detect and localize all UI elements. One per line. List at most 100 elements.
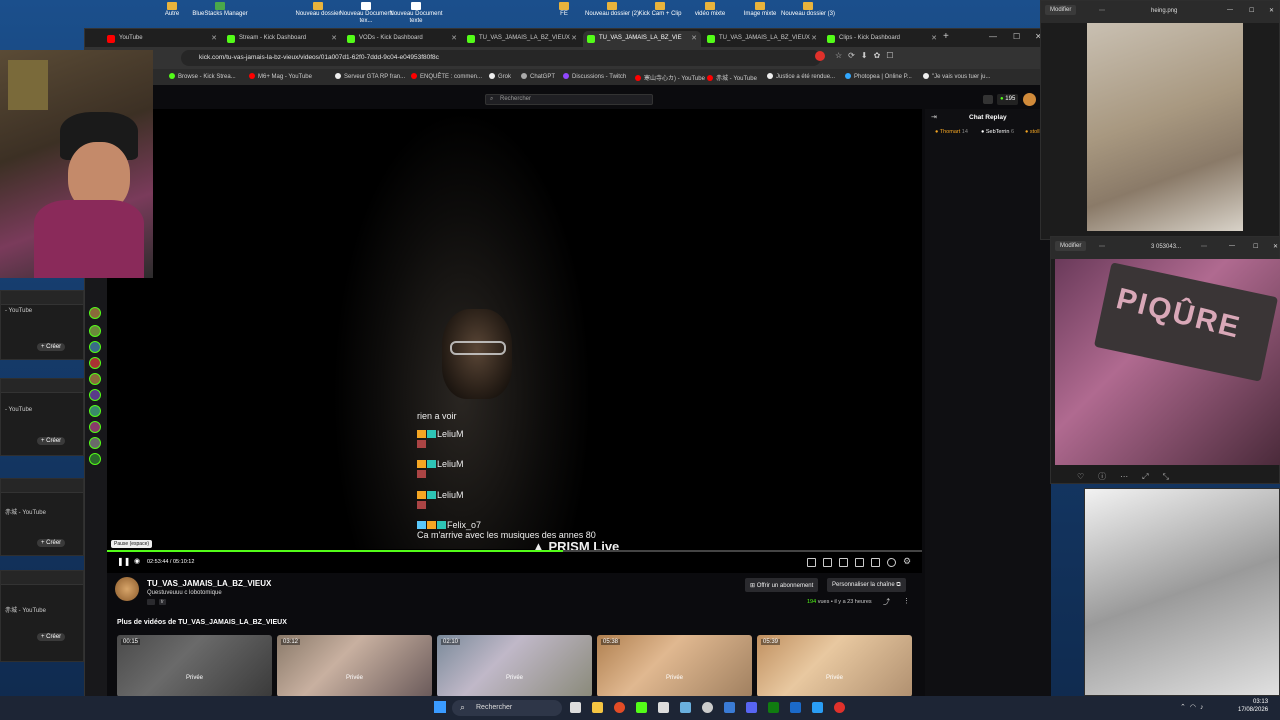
minimize-icon[interactable]: — <box>989 32 997 41</box>
bookmark[interactable]: ChatGPT <box>521 73 555 80</box>
video-thumbnail[interactable]: 02:10 Privée <box>437 635 592 697</box>
create-button[interactable]: + Créer <box>37 539 66 547</box>
close-icon[interactable]: ✕ <box>1273 243 1278 250</box>
close-icon[interactable]: ✕ <box>931 34 937 42</box>
fullscreen-icon[interactable] <box>871 558 880 567</box>
grid-icon[interactable] <box>983 95 993 104</box>
collapse-chat-icon[interactable]: ⇥ <box>931 113 937 121</box>
maximize-icon[interactable]: ☐ <box>1253 243 1258 250</box>
pause-icon[interactable]: ❚❚ <box>117 557 130 566</box>
clock[interactable]: 03:13 17/08/2026 <box>1238 698 1268 714</box>
pip-icon[interactable] <box>823 558 832 567</box>
app-icon[interactable] <box>724 702 735 713</box>
file-explorer-icon[interactable] <box>592 702 603 713</box>
close-icon[interactable]: ✕ <box>451 34 457 42</box>
video-thumbnail[interactable]: 03:12 Privée <box>277 635 432 697</box>
app-icon[interactable] <box>790 702 801 713</box>
bookmark[interactable]: 赤城 - YouTube <box>707 73 757 82</box>
category-tag[interactable] <box>147 599 155 605</box>
channel-avatar[interactable] <box>89 307 101 319</box>
tray-icons[interactable]: ⌃◠♪ <box>1180 703 1207 711</box>
opera-icon[interactable] <box>815 51 825 61</box>
search-input[interactable]: ⌕ Rechercher <box>485 94 653 105</box>
customize-channel-button[interactable]: Personnaliser la chaîne ⧉ <box>827 578 906 592</box>
close-icon[interactable]: ✕ <box>1269 7 1274 14</box>
speed-icon[interactable] <box>887 558 896 567</box>
chrome-icon[interactable] <box>614 702 625 713</box>
create-button[interactable]: + Créer <box>37 633 66 641</box>
close-icon[interactable]: ✕ <box>211 34 217 42</box>
bookmark[interactable]: ENQUÊTE : commen... <box>411 73 482 80</box>
channel-avatar[interactable] <box>89 421 101 433</box>
tab-youtube[interactable]: YouTube ✕ <box>103 31 221 47</box>
tab-stream[interactable]: Stream - Kick Dashboard ✕ <box>223 31 341 47</box>
tab-vods[interactable]: VODs - Kick Dashboard ✕ <box>343 31 461 47</box>
tab-vod-2[interactable]: TU_VAS_JAMAIS_LA_BZ_VIEUX ✕ <box>703 31 821 47</box>
kick-app-icon[interactable] <box>636 702 647 713</box>
gift-sub-button[interactable]: ⊞ Offrir un abonnement <box>745 578 819 592</box>
create-button[interactable]: + Créer <box>37 437 66 445</box>
channel-avatar[interactable] <box>89 453 101 465</box>
bookmark[interactable]: 寒山寺心カ) - YouTube <box>635 73 705 82</box>
edit-button[interactable]: Modifier <box>1045 5 1077 15</box>
new-tab-icon[interactable]: + <box>943 31 949 42</box>
video-thumbnail[interactable]: 00:15 Privée <box>117 635 272 697</box>
bookmark[interactable]: Photopea | Online P... <box>845 73 912 80</box>
bookmark[interactable]: Justice a été rendue... <box>767 73 835 80</box>
minimize-icon[interactable]: — <box>1229 243 1235 249</box>
channel-avatar[interactable] <box>89 357 101 369</box>
channel-avatar[interactable] <box>89 437 101 449</box>
chat-user[interactable]: ● SebTerrin 6 <box>981 129 1014 135</box>
close-icon[interactable]: ✕ <box>691 34 697 42</box>
channel-avatar[interactable] <box>89 389 101 401</box>
channel-avatar[interactable] <box>89 325 101 337</box>
tab-vod-active[interactable]: TU_VAS_JAMAIS_LA_BZ_VIE ✕ <box>583 31 701 47</box>
bookmark[interactable]: Grok <box>489 73 511 80</box>
video-thumbnail[interactable]: 05:39 Privée <box>757 635 912 697</box>
maximize-icon[interactable]: ☐ <box>1249 7 1254 14</box>
close-icon[interactable]: ✕ <box>571 34 577 42</box>
opera-icon[interactable] <box>834 702 845 713</box>
extension-icons[interactable]: ☆⟳⬇✿☐ <box>835 51 899 60</box>
channel-avatar[interactable] <box>89 341 101 353</box>
clip-icon[interactable] <box>807 558 816 567</box>
video-thumbnail[interactable]: 05:38 Privée <box>597 635 752 697</box>
desktop-icon[interactable]: Nouveau Document texte <box>386 2 446 25</box>
settings-icon[interactable]: ⚙ <box>903 556 911 567</box>
channel-avatar[interactable] <box>115 577 139 601</box>
minimize-icon[interactable]: — <box>1227 7 1233 13</box>
url-input[interactable]: kick.com/tu-vas-jamais-la-bz-vieux/video… <box>181 50 821 66</box>
viewer-controls[interactable]: ♡ⓘ⋯⤢⤡ <box>1051 467 1280 485</box>
close-icon[interactable]: ✕ <box>331 34 337 42</box>
bookmark[interactable]: M6+ Mag - YouTube <box>249 73 312 80</box>
windows-start-icon[interactable] <box>434 701 446 713</box>
avatar[interactable] <box>1023 93 1036 106</box>
app-icon[interactable] <box>658 702 669 713</box>
captions-icon[interactable] <box>839 558 848 567</box>
task-view-icon[interactable] <box>570 702 581 713</box>
xbox-icon[interactable] <box>768 702 779 713</box>
desktop-icon[interactable]: BlueStacks Manager <box>190 2 250 18</box>
bookmark[interactable]: Serveur GTA RP fran... <box>335 73 405 80</box>
bookmark[interactable]: Discussions - Twitch <box>563 73 626 80</box>
channel-name[interactable]: TU_VAS_JAMAIS_LA_BZ_VIEUX <box>147 579 271 588</box>
close-icon[interactable]: ✕ <box>811 34 817 42</box>
progress-bar[interactable] <box>107 550 922 552</box>
obs-icon[interactable] <box>702 702 713 713</box>
chat-user[interactable]: ● Thomart 14 <box>935 129 968 135</box>
discord-icon[interactable] <box>746 702 757 713</box>
more-icon[interactable]: ⋯ <box>1201 243 1207 250</box>
edit-button[interactable]: Modifier <box>1055 241 1087 251</box>
channel-avatar[interactable] <box>89 373 101 385</box>
tab-vod-1[interactable]: TU_VAS_JAMAIS_LA_BZ_VIEUX ✕ <box>463 31 581 47</box>
volume-icon[interactable]: ◉ <box>134 557 140 565</box>
video-player[interactable]: rien a voir LeliuM LeliuM LeliuM Felix_o… <box>107 109 922 573</box>
theater-icon[interactable] <box>855 558 864 567</box>
more-icon[interactable]: ⋮ <box>903 597 910 605</box>
chat-user[interactable]: ● stoll <box>1025 129 1040 135</box>
channel-avatar[interactable] <box>89 405 101 417</box>
steam-icon[interactable] <box>680 702 691 713</box>
bookmark[interactable]: Browse - Kick Strea... <box>169 73 236 80</box>
maximize-icon[interactable]: ☐ <box>1013 32 1020 41</box>
taskbar-search[interactable]: ⌕ Rechercher <box>452 700 562 716</box>
